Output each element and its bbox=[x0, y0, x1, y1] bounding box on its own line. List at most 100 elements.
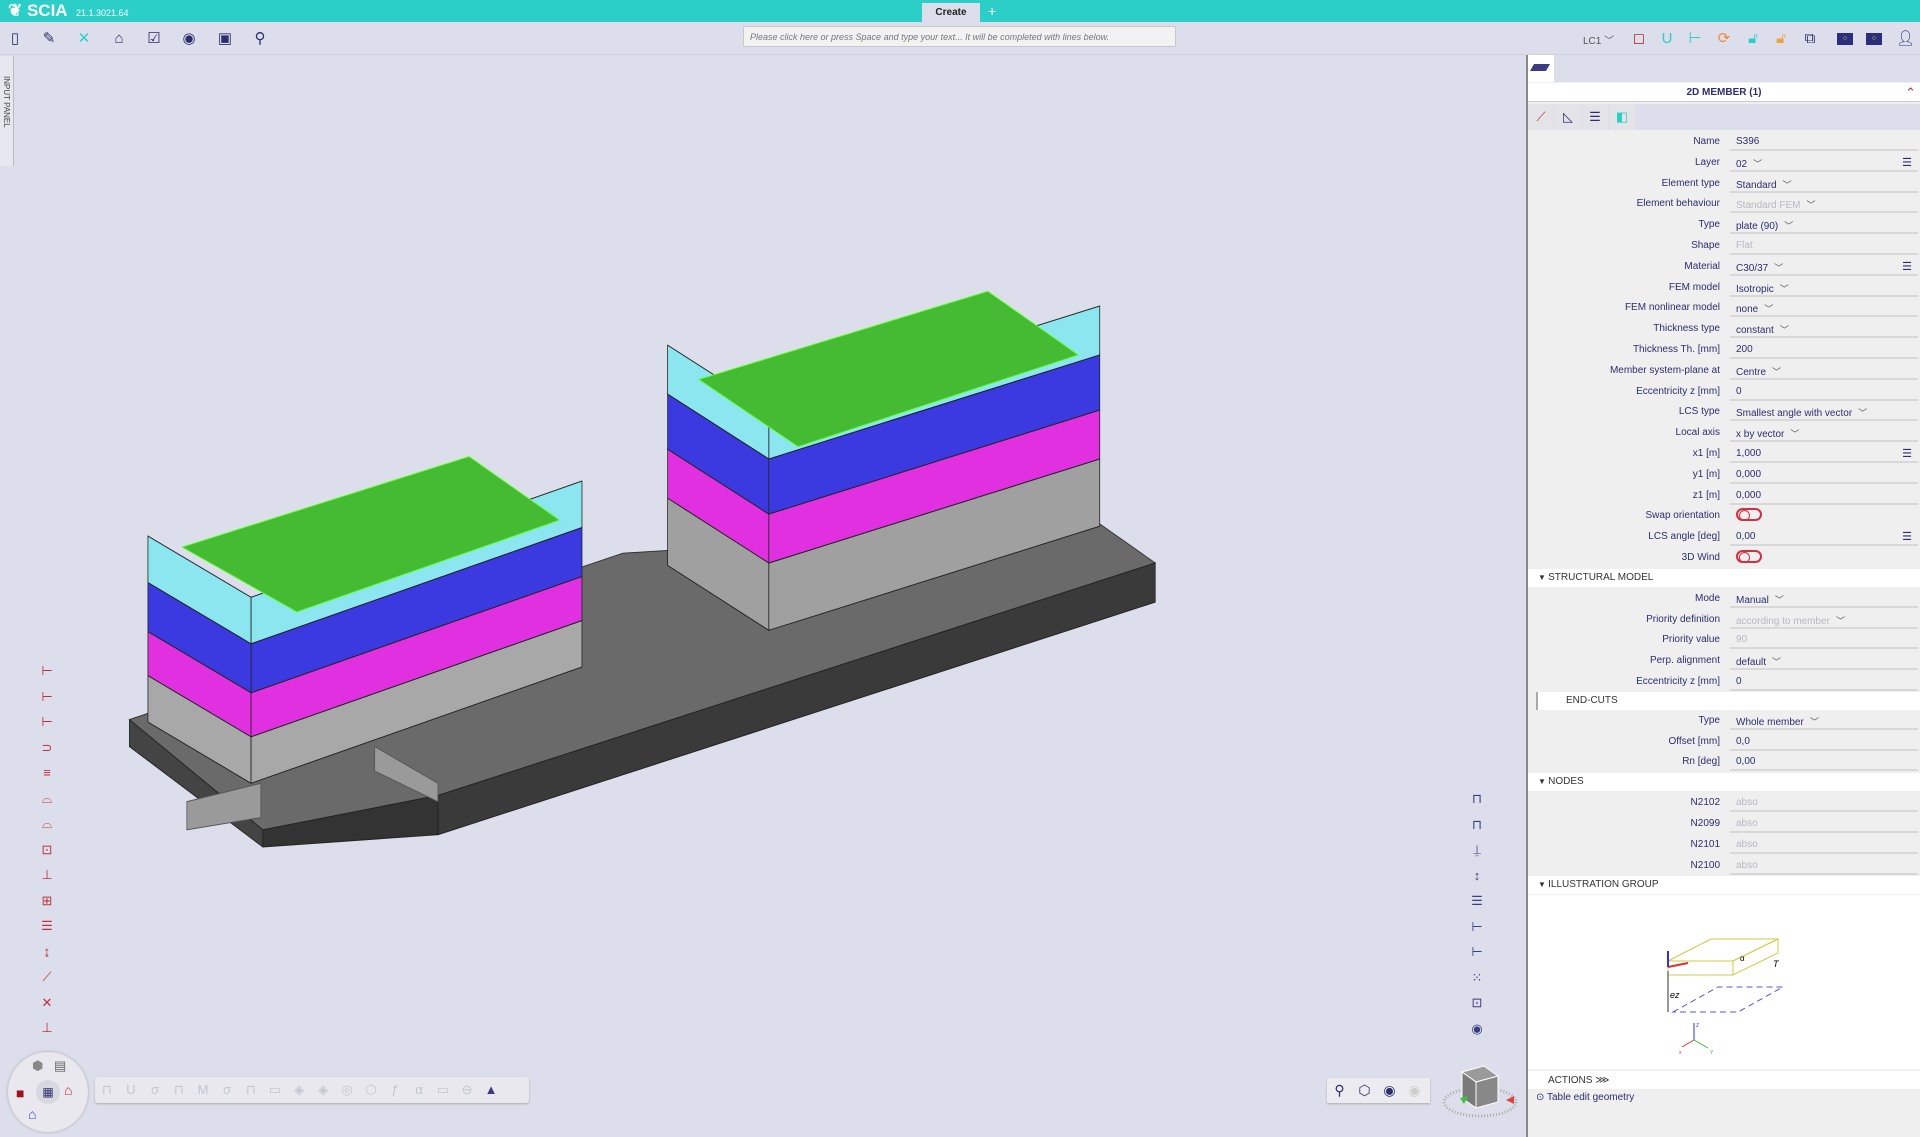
foundation-slab-side[interactable] bbox=[437, 562, 1156, 836]
view-tool-icon[interactable]: ⊡ bbox=[1466, 992, 1488, 1014]
roof-slab[interactable] bbox=[180, 455, 561, 613]
cube-view-icon[interactable]: ⬡ bbox=[1352, 1078, 1377, 1103]
property-value-field[interactable]: S396 bbox=[1730, 131, 1918, 151]
roof-slab[interactable] bbox=[697, 290, 1080, 448]
add-tab-button[interactable]: + bbox=[988, 3, 996, 19]
result-tool-icon[interactable]: ⊓ bbox=[95, 1077, 119, 1103]
property-value-field[interactable]: Standard ﹀ bbox=[1730, 173, 1918, 193]
chevron-down-icon[interactable]: ﹀ bbox=[1753, 159, 1762, 169]
view-tool-icon[interactable]: ◉ bbox=[1466, 1018, 1488, 1040]
copy-icon[interactable]: ◧ bbox=[1609, 104, 1635, 130]
wall-layer[interactable] bbox=[768, 458, 1101, 631]
wall-layer[interactable] bbox=[667, 344, 770, 460]
ramp[interactable] bbox=[186, 782, 262, 831]
3d-viewport[interactable] bbox=[0, 56, 1526, 1137]
toggle-switch[interactable] bbox=[1736, 508, 1762, 522]
view-tool-icon[interactable]: ⊢ bbox=[1466, 941, 1488, 963]
frame-icon[interactable]: ⌂ bbox=[64, 1082, 72, 1098]
ramp[interactable] bbox=[374, 745, 439, 803]
property-value-field[interactable]: constant ﹀ bbox=[1730, 318, 1918, 339]
wall-layer[interactable] bbox=[147, 674, 252, 785]
model-tool-icon[interactable]: ⊃ bbox=[36, 737, 58, 759]
supports-icon[interactable]: U bbox=[1658, 30, 1676, 48]
eu-flag-icon[interactable]: ⁘ bbox=[1866, 33, 1882, 45]
load-case-dropdown[interactable]: LC1 ﹀ bbox=[1583, 32, 1614, 47]
property-value-field[interactable]: x by vector ﹀ bbox=[1730, 422, 1918, 443]
result-tool-icon[interactable]: ◎ bbox=[335, 1077, 359, 1103]
chevron-down-icon[interactable]: ﹀ bbox=[1858, 408, 1867, 418]
result-tool-icon[interactable]: ƒ bbox=[383, 1077, 407, 1103]
tab-create[interactable]: Create bbox=[922, 3, 980, 22]
property-value-field[interactable]: 1,000 ☰ bbox=[1730, 443, 1918, 463]
section-end-cuts[interactable]: END-CUTS bbox=[1536, 691, 1920, 710]
view-tool-icon[interactable]: ☰ bbox=[1466, 890, 1488, 912]
tools-icon[interactable]: ✕ bbox=[75, 30, 93, 48]
eu-flag-icon[interactable]: ⁘ bbox=[1837, 33, 1853, 45]
wall-layer[interactable] bbox=[250, 575, 583, 738]
model-tool-icon[interactable]: ⌓ bbox=[36, 813, 58, 835]
result-tool-icon[interactable]: ⊖ bbox=[455, 1077, 479, 1103]
wall-layer[interactable] bbox=[250, 526, 583, 694]
wall-layer[interactable] bbox=[250, 619, 583, 784]
toggle-switch[interactable] bbox=[1736, 549, 1762, 563]
navigation-cube[interactable] bbox=[1440, 1060, 1520, 1125]
wall-layer[interactable] bbox=[147, 581, 252, 694]
load-icon[interactable]: ⬢ bbox=[32, 1058, 43, 1074]
wall-layer[interactable] bbox=[667, 497, 770, 632]
options-icon[interactable]: ☰ bbox=[1902, 530, 1912, 543]
property-value-field[interactable]: Manual ﹀ bbox=[1730, 588, 1918, 608]
result-tool-icon[interactable]: ◈ bbox=[311, 1077, 335, 1103]
open-book-icon[interactable]: ▣ bbox=[216, 30, 234, 48]
property-value-field[interactable]: Isotropic ﹀ bbox=[1730, 277, 1918, 297]
view-tool-icon[interactable]: ⊓ bbox=[1466, 788, 1488, 810]
chevron-down-icon[interactable]: ﹀ bbox=[1783, 180, 1792, 190]
property-value-field[interactable]: 0 bbox=[1730, 671, 1918, 691]
options-icon[interactable]: ☰ bbox=[1902, 260, 1912, 273]
chevron-down-icon[interactable]: ﹀ bbox=[1775, 595, 1784, 605]
model-tool-icon[interactable]: ⌓ bbox=[36, 788, 58, 810]
structure-icon[interactable]: ■ bbox=[16, 1085, 24, 1101]
visibility-icon[interactable]: ◉ bbox=[1377, 1078, 1402, 1103]
properties-tab[interactable] bbox=[1528, 55, 1554, 82]
wall-layer[interactable] bbox=[768, 354, 1101, 515]
view-tool-icon[interactable]: ↕ bbox=[1466, 865, 1488, 887]
result-tool-icon[interactable]: ◈ bbox=[287, 1077, 311, 1103]
property-value-field[interactable]: 02 ﹀ ☰ bbox=[1730, 152, 1918, 172]
lock-icon[interactable]: 🔓︎ bbox=[1744, 30, 1762, 48]
result-tool-icon[interactable]: ▭ bbox=[263, 1077, 287, 1103]
wall-layer[interactable] bbox=[667, 448, 770, 564]
resize-icon[interactable]: ⧉ bbox=[1801, 30, 1819, 48]
result-tool-icon[interactable]: σ bbox=[143, 1077, 167, 1103]
property-value-field[interactable]: 0 bbox=[1730, 381, 1918, 401]
model-tool-icon[interactable]: ⊡ bbox=[36, 839, 58, 861]
plane-icon[interactable]: ◺ bbox=[1555, 104, 1581, 130]
model-tool-icon[interactable]: ⊢ bbox=[36, 686, 58, 708]
model-tool-icon[interactable]: ⊥ bbox=[36, 1017, 58, 1039]
refresh-icon[interactable]: ⟳ bbox=[1715, 30, 1733, 48]
wall-layer[interactable] bbox=[667, 393, 770, 515]
wall-layer[interactable] bbox=[250, 480, 583, 645]
model-tool-icon[interactable]: ✕ bbox=[36, 992, 58, 1014]
result-tool-icon[interactable]: U bbox=[119, 1077, 143, 1103]
table-edit-geometry-action[interactable]: ⊙ Table edit geometry bbox=[1528, 1089, 1920, 1107]
collapse-icon[interactable]: ⌃ bbox=[1905, 85, 1916, 101]
model-tool-icon[interactable]: ↨ bbox=[36, 941, 58, 963]
model-tool-icon[interactable]: ≡ bbox=[36, 762, 58, 784]
chevron-down-icon[interactable]: ﹀ bbox=[1806, 200, 1815, 210]
chevron-down-icon[interactable]: ﹀ bbox=[1774, 263, 1783, 273]
property-value-field[interactable]: 0,00 ☰ bbox=[1730, 526, 1918, 547]
check-icon[interactable]: ☑ bbox=[145, 30, 163, 48]
result-tool-icon[interactable]: α bbox=[407, 1077, 431, 1103]
model-tool-icon[interactable]: ☰ bbox=[36, 915, 58, 937]
property-value-field[interactable]: Centre ﹀ bbox=[1730, 360, 1918, 380]
results-icon[interactable]: ⌂ bbox=[28, 1106, 36, 1122]
section-actions[interactable]: ACTIONS ⋙ bbox=[1528, 1071, 1920, 1090]
property-value-field[interactable]: none ﹀ bbox=[1730, 297, 1918, 318]
options-icon[interactable]: ☰ bbox=[1902, 156, 1912, 169]
chevron-down-icon[interactable]: ﹀ bbox=[1784, 221, 1793, 231]
property-value-field[interactable]: 200 bbox=[1730, 339, 1918, 359]
section-nodes[interactable]: ▼ NODES bbox=[1528, 773, 1920, 792]
foundation-slab[interactable] bbox=[128, 523, 1157, 831]
result-tool-icon[interactable]: σ bbox=[215, 1077, 239, 1103]
chevron-down-icon[interactable]: ﹀ bbox=[1836, 616, 1845, 626]
